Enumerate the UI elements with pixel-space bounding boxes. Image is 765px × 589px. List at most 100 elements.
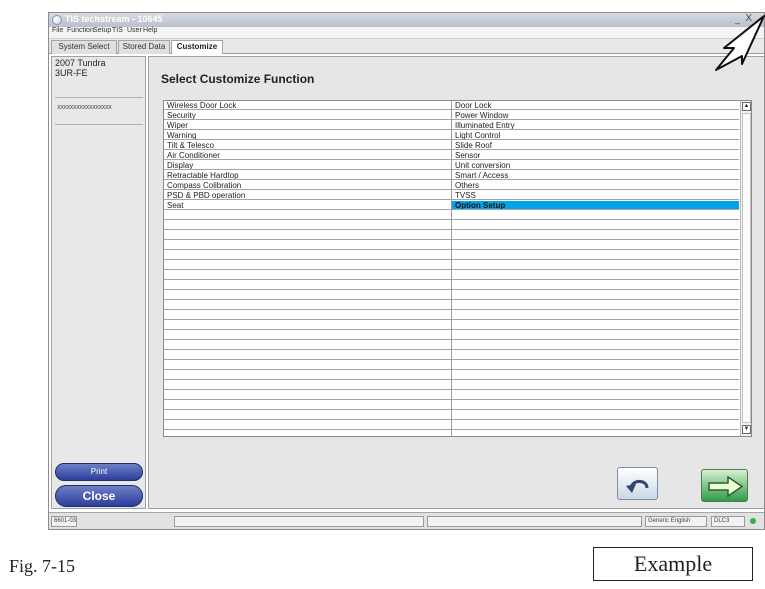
function-item[interactable] [452,291,739,300]
menu-user[interactable]: User [127,27,142,34]
function-item[interactable]: Compass Colibration [164,181,451,190]
function-item[interactable] [452,301,739,310]
function-item[interactable]: Others [452,181,739,190]
function-item[interactable] [452,321,739,330]
function-item[interactable] [164,371,451,380]
function-item[interactable] [452,241,739,250]
title-bar: TIS techstream - 10645 _ X [49,13,764,27]
function-item[interactable]: Sensor [452,151,739,160]
menu-file[interactable]: File [52,27,63,34]
function-item[interactable]: PSD & PBD operation [164,191,451,200]
function-item[interactable]: Air Conditioner [164,151,451,160]
function-item[interactable] [452,211,739,220]
function-item[interactable] [452,421,739,430]
figure-caption: Fig. 7-15 [9,556,76,576]
vertical-scrollbar[interactable]: ▲ ▼ [740,101,751,436]
example-label: Example [593,547,753,581]
function-item[interactable]: Display [164,161,451,170]
function-item[interactable]: Unit conversion [452,161,739,170]
function-item[interactable] [452,311,739,320]
function-item[interactable] [452,411,739,420]
function-item[interactable]: Seat [164,201,451,210]
sidebar: 2007 Tundra 3UR-FE xxxxxxxxxxxxxxxxx Pri… [51,56,146,509]
vin-number: xxxxxxxxxxxxxxxxx [57,104,112,111]
close-button[interactable]: Close [55,485,143,507]
function-item[interactable]: Illuminated Entry [452,121,739,130]
function-item[interactable] [452,381,739,390]
function-item[interactable] [164,331,451,340]
function-item[interactable] [164,311,451,320]
function-item[interactable]: Option Setup [452,201,739,210]
function-item[interactable] [452,231,739,240]
function-item[interactable]: Slide Roof [452,141,739,150]
function-item[interactable] [452,341,739,350]
tab-bar: System Select Stored Data Customize [49,39,764,54]
menu-tis[interactable]: TIS [112,27,123,34]
function-item[interactable]: Warning [164,131,451,140]
next-button[interactable] [701,469,748,502]
techstream-window: TIS techstream - 10645 _ X File Function… [48,12,765,530]
function-item[interactable] [164,301,451,310]
function-item[interactable]: Tilt & Telesco [164,141,451,150]
menu-bar: File Function Setup TIS User Help [49,27,764,39]
function-item[interactable] [164,211,451,220]
function-item[interactable] [164,221,451,230]
function-item[interactable] [164,421,451,430]
function-item[interactable] [452,361,739,370]
function-item[interactable]: Retractable Hardtop [164,171,451,180]
scroll-up-icon[interactable]: ▲ [742,102,751,111]
function-item[interactable]: Light Control [452,131,739,140]
function-item[interactable] [164,391,451,400]
right-arrow-icon [708,475,744,498]
function-item[interactable]: Door Lock [452,101,739,110]
function-item[interactable]: Smart / Access [452,171,739,180]
function-item[interactable] [164,241,451,250]
function-item[interactable]: Power Window [452,111,739,120]
function-item[interactable] [164,361,451,370]
menu-setup[interactable]: Setup [93,27,111,34]
function-item[interactable] [164,231,451,240]
function-item[interactable] [164,401,451,410]
function-item[interactable] [164,341,451,350]
function-item[interactable] [164,351,451,360]
function-item[interactable] [452,391,739,400]
vehicle-info: 2007 Tundra 3UR-FE [55,58,106,78]
function-item[interactable]: Wiper [164,121,451,130]
tab-customize[interactable]: Customize [171,40,223,54]
column-divider [451,101,452,436]
function-item[interactable] [452,251,739,260]
status-field [174,516,424,527]
function-item[interactable] [452,281,739,290]
tab-system-select[interactable]: System Select [51,40,117,54]
function-item[interactable] [164,261,451,270]
function-item[interactable] [164,251,451,260]
function-item[interactable] [452,371,739,380]
divider [55,97,143,98]
function-item[interactable] [164,271,451,280]
tab-stored-data[interactable]: Stored Data [118,40,170,54]
function-item[interactable] [452,331,739,340]
function-item[interactable]: Wireless Door Lock [164,101,451,110]
scroll-track[interactable] [742,113,751,423]
pointer-arrow-icon [715,15,765,71]
function-item[interactable] [452,401,739,410]
function-item[interactable]: Security [164,111,451,120]
function-item[interactable] [164,321,451,330]
function-item[interactable] [452,271,739,280]
print-button[interactable]: Print [55,463,143,481]
page-title: Select Customize Function [161,72,315,86]
menu-help[interactable]: Help [143,27,157,34]
scroll-down-icon[interactable]: ▼ [742,425,751,434]
function-item[interactable] [164,411,451,420]
function-item[interactable] [164,291,451,300]
main-panel: Select Customize Function Wireless Door … [148,56,764,509]
function-item[interactable] [452,221,739,230]
menu-function[interactable]: Function [67,27,94,34]
back-button[interactable] [617,467,658,500]
undo-arrow-icon [626,479,649,493]
function-item[interactable] [452,351,739,360]
function-item[interactable] [164,281,451,290]
function-item[interactable] [164,381,451,390]
function-item[interactable]: TVSS [452,191,739,200]
function-item[interactable] [452,261,739,270]
